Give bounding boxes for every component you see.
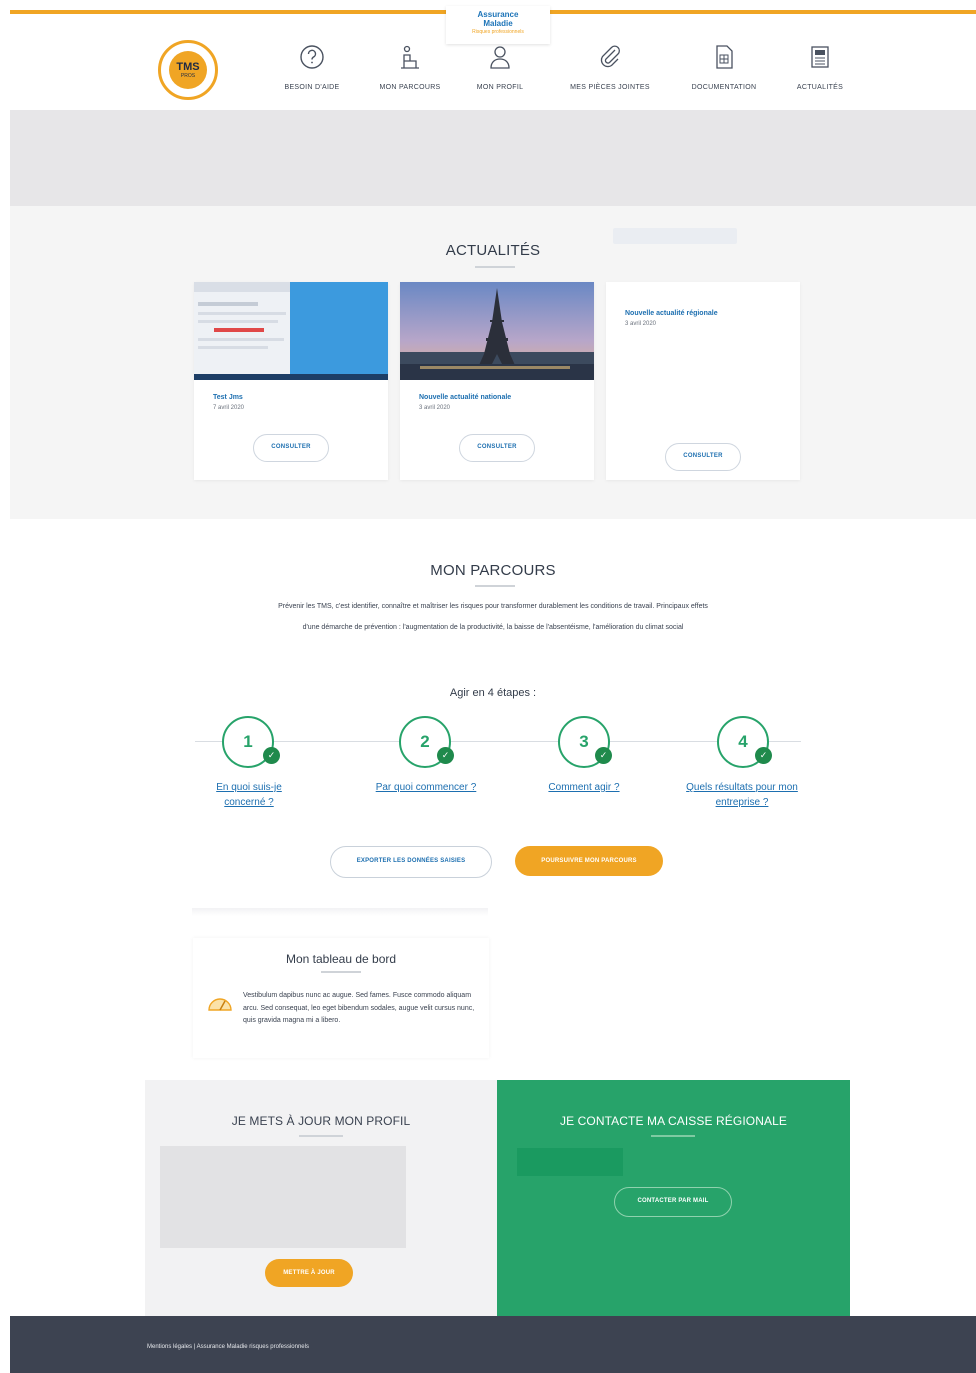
gauge-icon bbox=[208, 998, 232, 1011]
check-icon: ✓ bbox=[755, 747, 772, 764]
nav-label: DOCUMENTATION bbox=[691, 84, 757, 91]
blurred-tag bbox=[613, 228, 737, 244]
news-card: Test Jms 7 avril 2020 CONSULTER bbox=[194, 282, 388, 480]
page: Assurance Maladie Risques professionnels… bbox=[10, 0, 976, 1373]
parcours-description: Prévenir les TMS, c'est identifier, conn… bbox=[278, 603, 708, 631]
tms-logo-center: TMS PROS bbox=[169, 51, 207, 89]
consulter-button[interactable]: CONSULTER bbox=[253, 434, 329, 462]
consulter-button[interactable]: CONSULTER bbox=[665, 443, 741, 471]
parcours-title: MON PARCOURS bbox=[430, 562, 556, 579]
steps-title: Agir en 4 étapes : bbox=[449, 687, 537, 699]
parcours-icon bbox=[401, 45, 419, 69]
logo-line-1: Assurance bbox=[477, 10, 519, 19]
dashboard-text: Vestibulum dapibus nunc ac augue. Sed fa… bbox=[243, 992, 475, 1024]
nav-label: MON PROFIL bbox=[476, 84, 524, 91]
paperclip-icon bbox=[600, 45, 620, 68]
footer-links[interactable]: Mentions légales | Assurance Maladie ris… bbox=[147, 1344, 309, 1350]
assurance-maladie-logo[interactable]: Assurance Maladie Risques professionnels bbox=[446, 6, 550, 44]
nav-item-actualites[interactable]: ACTUALITÉS bbox=[788, 44, 852, 91]
news-card-date: 3 avril 2020 bbox=[625, 321, 657, 327]
logo-line-3: Risques professionnels bbox=[472, 29, 524, 35]
panel-title: JE CONTACTE MA CAISSE RÉGIONALE bbox=[560, 1114, 787, 1128]
document-icon bbox=[716, 45, 733, 69]
export-data-button[interactable]: EXPORTER LES DONNÉES SAISIES bbox=[330, 846, 492, 878]
tms-pros-logo[interactable]: TMS PROS bbox=[158, 40, 218, 100]
tms-logo-main: TMS bbox=[176, 60, 200, 73]
user-icon bbox=[490, 46, 510, 69]
news-icon bbox=[811, 46, 829, 68]
question-icon bbox=[300, 45, 324, 69]
profile-image-placeholder bbox=[160, 1146, 406, 1248]
title-underline bbox=[321, 971, 361, 973]
steps-connector-line bbox=[195, 741, 801, 742]
hero-banner bbox=[10, 110, 976, 206]
step-link-1[interactable]: En quoi suis-je concerné ? bbox=[206, 780, 292, 810]
nav-item-mon-parcours[interactable]: MON PARCOURS bbox=[368, 44, 452, 91]
check-icon: ✓ bbox=[263, 747, 280, 764]
title-underline bbox=[475, 266, 515, 268]
news-card-title[interactable]: Test Jms bbox=[213, 394, 243, 401]
actualites-title: ACTUALITÉS bbox=[445, 242, 541, 259]
nav-item-mon-profil[interactable]: MON PROFIL bbox=[470, 44, 530, 91]
news-card: Nouvelle actualité nationale 3 avril 202… bbox=[400, 282, 594, 480]
dashboard-title: Mon tableau de bord bbox=[285, 952, 397, 966]
step-link-3[interactable]: Comment agir ? bbox=[536, 780, 632, 795]
panel-title: JE METS À JOUR MON PROFIL bbox=[231, 1114, 411, 1128]
main-nav: BESOIN D'AIDE MON PARCOURS MON PROFIL ME… bbox=[260, 44, 860, 104]
step-link-2[interactable]: Par quoi commencer ? bbox=[366, 780, 486, 795]
nav-label: MON PARCOURS bbox=[379, 84, 441, 91]
news-card: Nouvelle actualité régionale 3 avril 202… bbox=[606, 282, 800, 480]
nav-item-besoin-aide[interactable]: BESOIN D'AIDE bbox=[270, 44, 354, 91]
update-profile-button[interactable]: METTRE À JOUR bbox=[265, 1259, 353, 1287]
step-link-4[interactable]: Quels résultats pour mon entreprise ? bbox=[682, 780, 802, 810]
nav-item-documentation[interactable]: DOCUMENTATION bbox=[678, 44, 770, 91]
nav-label: ACTUALITÉS bbox=[796, 84, 844, 91]
title-underline bbox=[299, 1135, 343, 1137]
dashboard-card: Mon tableau de bord Vestibulum dapibus n… bbox=[193, 938, 489, 1058]
nav-label: MES PIÈCES JOINTES bbox=[570, 84, 650, 91]
contact-caisse-panel: JE CONTACTE MA CAISSE RÉGIONALE CONTACTE… bbox=[497, 1080, 850, 1316]
blurred-block bbox=[517, 1148, 623, 1176]
news-card-date: 7 avril 2020 bbox=[213, 405, 245, 411]
contact-by-mail-button[interactable]: CONTACTER PAR MAIL bbox=[614, 1187, 732, 1217]
footer: Mentions légales | Assurance Maladie ris… bbox=[10, 1316, 976, 1373]
continue-parcours-button[interactable]: POURSUIVRE MON PARCOURS bbox=[515, 846, 663, 876]
nav-label: BESOIN D'AIDE bbox=[284, 84, 340, 91]
nav-item-pieces-jointes[interactable]: MES PIÈCES JOINTES bbox=[558, 44, 662, 91]
title-underline bbox=[651, 1135, 695, 1137]
news-card-title[interactable]: Nouvelle actualité nationale bbox=[419, 394, 511, 401]
news-card-image bbox=[194, 282, 388, 380]
logo-line-2: Maladie bbox=[483, 19, 513, 28]
check-icon: ✓ bbox=[437, 747, 454, 764]
tms-logo-sub: PROS bbox=[180, 72, 196, 79]
news-card-title[interactable]: Nouvelle actualité régionale bbox=[625, 310, 718, 317]
title-underline bbox=[475, 585, 515, 587]
actualites-section: ACTUALITÉS Test Jms 7 avril 2020 CONSULT… bbox=[10, 206, 976, 519]
update-profile-panel: JE METS À JOUR MON PROFIL METTRE À JOUR bbox=[145, 1080, 497, 1316]
eiffel-tower-image bbox=[400, 282, 594, 380]
divider-shadow bbox=[192, 908, 488, 916]
consulter-button[interactable]: CONSULTER bbox=[459, 434, 535, 462]
news-card-date: 3 avril 2020 bbox=[419, 405, 451, 411]
check-icon: ✓ bbox=[595, 747, 612, 764]
